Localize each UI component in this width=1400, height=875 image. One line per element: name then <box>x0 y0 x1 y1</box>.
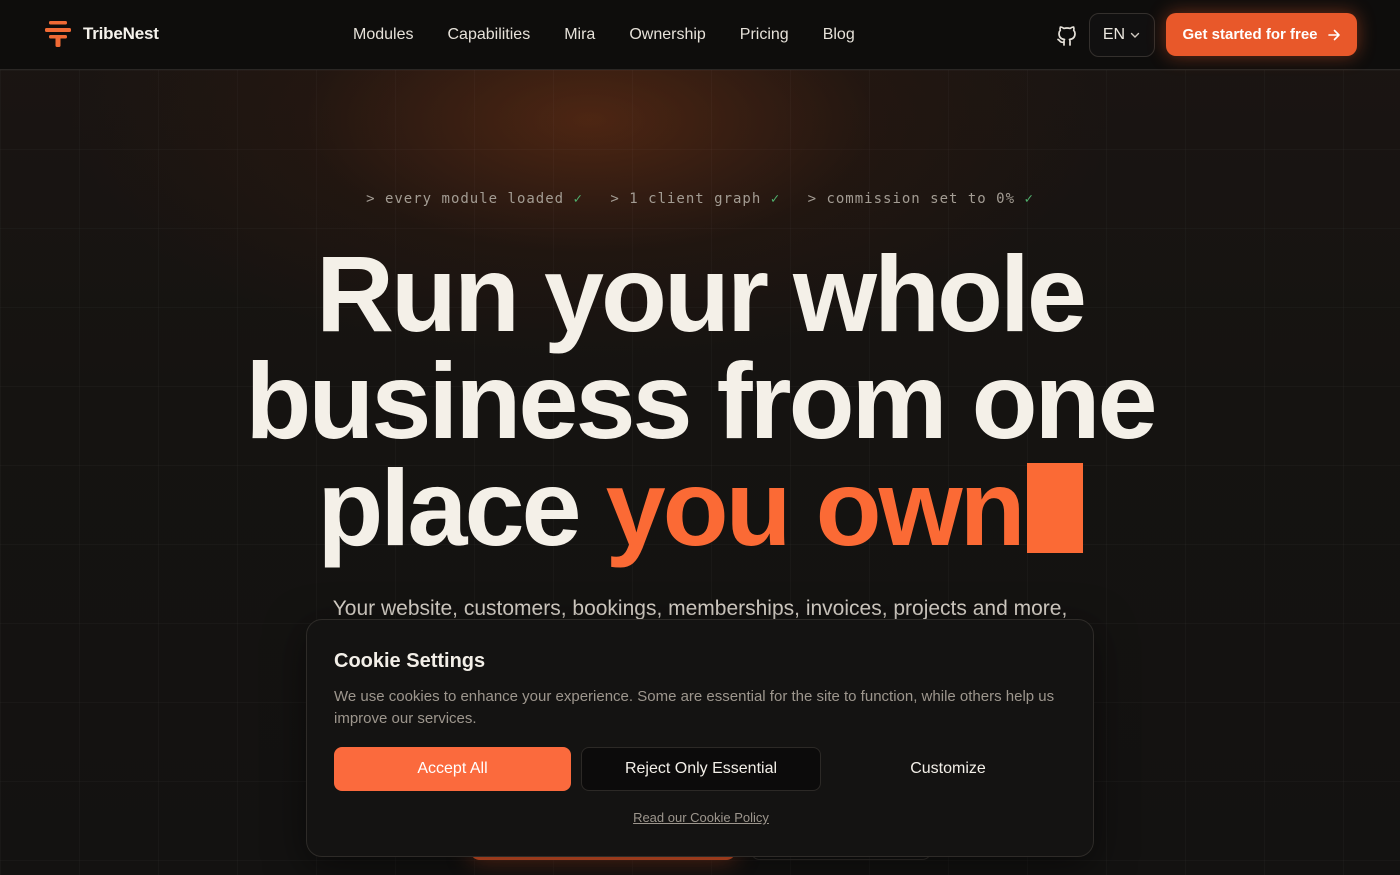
check-icon: ✓ <box>573 191 583 207</box>
get-started-button[interactable]: Get started for free <box>1166 13 1357 56</box>
accept-all-button[interactable]: Accept All <box>334 747 571 791</box>
chevron-down-icon <box>1130 32 1140 38</box>
typing-cursor <box>1026 463 1083 553</box>
terminal-item: > commission set to 0% ✓ <box>807 191 1034 207</box>
terminal-item: > 1 client graph ✓ <box>610 191 781 207</box>
headline-line-2: business from one <box>245 340 1157 461</box>
headline-accent: you own <box>605 447 1026 568</box>
hero-subtitle: Your website, customers, bookings, membe… <box>332 597 1068 620</box>
tribenest-logo-icon <box>45 21 71 47</box>
headline-line-1: Run your whole <box>316 233 1087 354</box>
nav-item-pricing[interactable]: Pricing <box>723 26 806 44</box>
cookie-description: We use cookies to enhance your experienc… <box>334 688 1055 727</box>
get-started-label: Get started for free <box>1182 26 1318 43</box>
brand-name: TribeNest <box>83 24 159 43</box>
nav-item-modules[interactable]: Modules <box>336 26 430 44</box>
terminal-item: > every module loaded ✓ <box>366 191 583 207</box>
nav-item-capabilities[interactable]: Capabilities <box>430 26 547 44</box>
hero-headline: Run your whole business from one place y… <box>0 240 1400 562</box>
nav-item-mira[interactable]: Mira <box>547 26 612 44</box>
cookie-title: Cookie Settings <box>334 650 486 672</box>
language-label: EN <box>1102 26 1126 43</box>
cookie-settings-dialog: Cookie Settings We use cookies to enhanc… <box>306 619 1094 857</box>
headline-line-3: place <box>317 447 606 568</box>
reject-essential-button[interactable]: Reject Only Essential <box>581 747 821 791</box>
nav-item-blog[interactable]: Blog <box>806 26 872 44</box>
customize-button[interactable]: Customize <box>831 747 1065 791</box>
arrow-right-icon <box>1327 29 1340 40</box>
check-icon: ✓ <box>1024 191 1034 207</box>
brand-logo[interactable]: TribeNest <box>44 20 159 48</box>
github-icon[interactable] <box>1055 23 1079 47</box>
language-selector[interactable]: EN <box>1089 13 1155 57</box>
top-navbar: TribeNest Modules Capabilities Mira Owne… <box>0 0 1400 70</box>
nav-item-ownership[interactable]: Ownership <box>612 26 722 44</box>
main-nav: Modules Capabilities Mira Ownership Pric… <box>336 0 872 70</box>
cookie-policy-link[interactable]: Read our Cookie Policy <box>307 810 1095 825</box>
terminal-status-line: > every module loaded ✓ > 1 client graph… <box>0 191 1400 207</box>
check-icon: ✓ <box>770 191 781 207</box>
